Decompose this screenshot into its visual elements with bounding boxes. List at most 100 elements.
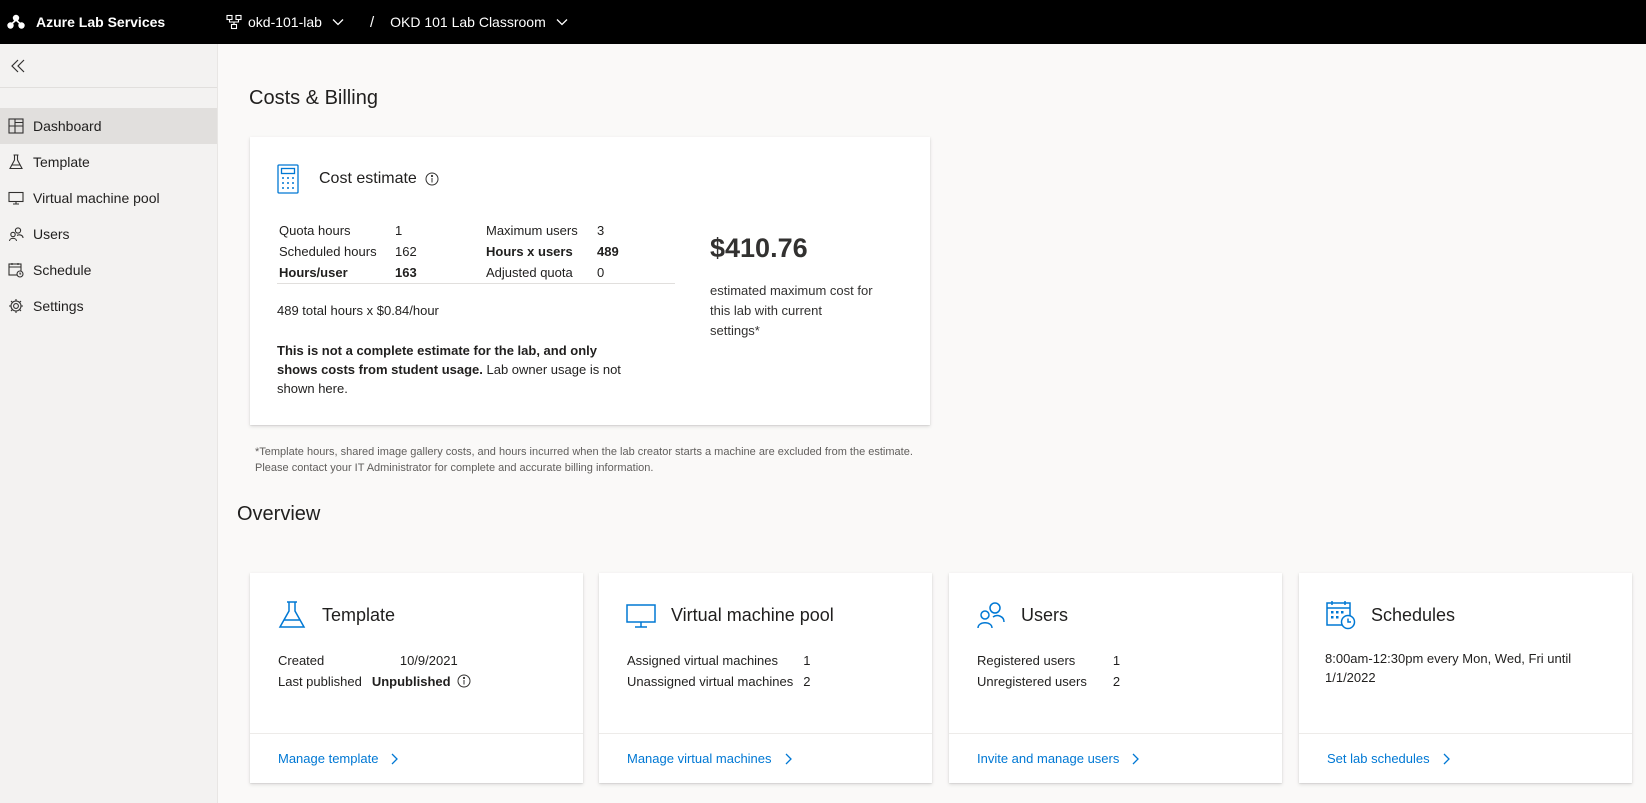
double-chevron-left-icon bbox=[11, 59, 25, 72]
collapse-sidebar-button[interactable] bbox=[0, 44, 217, 88]
last-published-label: Last published bbox=[278, 674, 362, 689]
link-label: Set lab schedules bbox=[1327, 751, 1430, 766]
divider bbox=[277, 283, 675, 284]
cost-disclaimer: This is not a complete estimate for the … bbox=[277, 341, 637, 398]
sidebar-item-dashboard[interactable]: Dashboard bbox=[0, 108, 217, 144]
set-lab-schedules-link[interactable]: Set lab schedules bbox=[1327, 751, 1452, 766]
hours-x-users-value: 489 bbox=[597, 244, 619, 259]
max-users-label: Maximum users bbox=[486, 223, 578, 238]
hours-x-users-label: Hours x users bbox=[486, 244, 573, 259]
cost-stats-table: Quota hours 1 Maximum users 3 Scheduled … bbox=[277, 219, 621, 284]
vm-pool-card-footer: Manage virtual machines bbox=[599, 733, 932, 783]
costs-heading: Costs & Billing bbox=[249, 87, 378, 109]
flask-icon bbox=[9, 154, 23, 170]
link-label: Invite and manage users bbox=[977, 751, 1120, 766]
cost-card-title: Cost estimate bbox=[319, 170, 417, 187]
unassigned-vms-value: 2 bbox=[803, 674, 811, 689]
dashboard-icon bbox=[8, 118, 24, 134]
cost-estimate-card: Cost estimate Quota hours 1 Maximum user… bbox=[250, 137, 930, 425]
quota-hours-value: 1 bbox=[395, 223, 403, 238]
template-card-title: Template bbox=[322, 604, 396, 625]
chevron-down-icon bbox=[332, 19, 344, 26]
unassigned-vms-label: Unassigned virtual machines bbox=[627, 674, 794, 689]
estimated-cost-amount: $410.76 bbox=[710, 233, 808, 263]
assigned-vms-label: Assigned virtual machines bbox=[627, 653, 779, 668]
hours-user-label: Hours/user bbox=[279, 265, 348, 280]
max-users-value: 3 bbox=[597, 223, 605, 238]
chevron-right-icon bbox=[1132, 753, 1140, 764]
link-label: Manage template bbox=[278, 751, 379, 766]
billing-footnote: *Template hours, shared image gallery co… bbox=[255, 446, 913, 474]
adjusted-quota-label: Adjusted quota bbox=[486, 265, 573, 280]
calculator-icon bbox=[277, 164, 299, 194]
chevron-right-icon bbox=[1443, 753, 1450, 764]
sidebar-item-label: Settings bbox=[33, 298, 84, 314]
manage-template-link[interactable]: Manage template bbox=[278, 751, 400, 766]
classroom-selector[interactable]: OKD 101 Lab Classroom bbox=[390, 14, 568, 30]
sidebar-item-template[interactable]: Template bbox=[0, 144, 217, 180]
registered-users-value: 1 bbox=[1112, 653, 1121, 668]
calendar-clock-icon bbox=[1326, 601, 1356, 630]
schedules-card-title: Schedules bbox=[1371, 604, 1456, 625]
sidebar-item-label: Dashboard bbox=[33, 118, 102, 134]
sidebar-item-label: Users bbox=[33, 226, 70, 242]
lab-name: okd-101-lab bbox=[248, 14, 322, 30]
users-card: Users Registered users 1 Unregistered us… bbox=[949, 573, 1282, 783]
users-icon bbox=[977, 602, 1005, 629]
sidebar-item-settings[interactable]: Settings bbox=[0, 288, 217, 324]
info-icon[interactable] bbox=[425, 172, 439, 186]
hours-user-value: 163 bbox=[395, 265, 417, 280]
calendar-icon bbox=[8, 263, 24, 278]
lab-selector[interactable]: okd-101-lab bbox=[226, 14, 344, 30]
vm-pool-card-header: Virtual machine pool bbox=[626, 600, 834, 630]
schedule-summary: 8:00am-12:30pm every Mon, Wed, Fri until… bbox=[1325, 651, 1572, 685]
chevron-right-icon bbox=[785, 753, 792, 764]
sidebar: Dashboard Template Virtual machine pool … bbox=[0, 44, 218, 803]
classroom-name: OKD 101 Lab Classroom bbox=[390, 14, 546, 30]
registered-users-label: Registered users bbox=[977, 653, 1076, 668]
sidebar-item-schedule[interactable]: Schedule bbox=[0, 252, 217, 288]
users-card-footer: Invite and manage users bbox=[949, 733, 1282, 783]
cost-card-header: Cost estimate bbox=[277, 164, 439, 194]
users-details: Registered users 1 Unregistered users 2 bbox=[975, 649, 1122, 693]
chevron-down-icon bbox=[556, 19, 568, 26]
sidebar-item-users[interactable]: Users bbox=[0, 216, 217, 252]
schedules-card-footer: Set lab schedules bbox=[1299, 733, 1632, 783]
total-hours-line: 489 total hours x $0.84/hour bbox=[277, 303, 439, 318]
lab-network-icon bbox=[226, 14, 242, 30]
created-label: Created bbox=[278, 653, 325, 668]
top-bar: Azure Lab Services okd-101-lab / OKD 101… bbox=[0, 0, 1646, 44]
monitor-icon bbox=[626, 604, 656, 628]
link-label: Manage virtual machines bbox=[627, 751, 772, 766]
chevron-right-icon bbox=[391, 753, 399, 764]
unregistered-users-label: Unregistered users bbox=[977, 674, 1087, 689]
monitor-icon bbox=[8, 191, 24, 205]
scheduled-hours-value: 162 bbox=[395, 244, 417, 259]
sidebar-item-label: Schedule bbox=[33, 262, 92, 278]
flask-icon bbox=[278, 601, 306, 628]
users-card-header: Users bbox=[976, 600, 1068, 630]
quota-hours-label: Quota hours bbox=[279, 223, 351, 238]
main-content: Costs & Billing Cost estimate Quota hour… bbox=[218, 44, 1646, 803]
sidebar-item-label: Template bbox=[33, 154, 90, 170]
breadcrumb-separator: / bbox=[369, 13, 375, 31]
template-details: Created 10/9/2021 Last published Unpubli… bbox=[276, 649, 473, 693]
template-card: Template Created 10/9/2021 Last publishe… bbox=[250, 573, 583, 783]
assigned-vms-value: 1 bbox=[803, 653, 811, 668]
info-icon[interactable] bbox=[457, 674, 471, 688]
template-card-header: Template bbox=[277, 600, 395, 630]
sidebar-item-label: Virtual machine pool bbox=[33, 190, 160, 206]
vm-pool-card: Virtual machine pool Assigned virtual ma… bbox=[599, 573, 932, 783]
schedules-card: Schedules 8:00am-12:30pm every Mon, Wed,… bbox=[1299, 573, 1632, 783]
template-card-footer: Manage template bbox=[250, 733, 583, 783]
invite-manage-users-link[interactable]: Invite and manage users bbox=[977, 751, 1141, 766]
unregistered-users-value: 2 bbox=[1112, 674, 1121, 689]
estimated-cost-caption: estimated maximum cost for this lab with… bbox=[710, 283, 873, 338]
brand[interactable]: Azure Lab Services bbox=[0, 12, 226, 32]
manage-vms-link[interactable]: Manage virtual machines bbox=[627, 751, 794, 766]
users-card-title: Users bbox=[1021, 604, 1069, 625]
users-icon bbox=[8, 227, 24, 242]
azure-lab-logo-icon bbox=[7, 14, 25, 29]
scheduled-hours-label: Scheduled hours bbox=[279, 244, 377, 259]
sidebar-item-vm-pool[interactable]: Virtual machine pool bbox=[0, 180, 217, 216]
